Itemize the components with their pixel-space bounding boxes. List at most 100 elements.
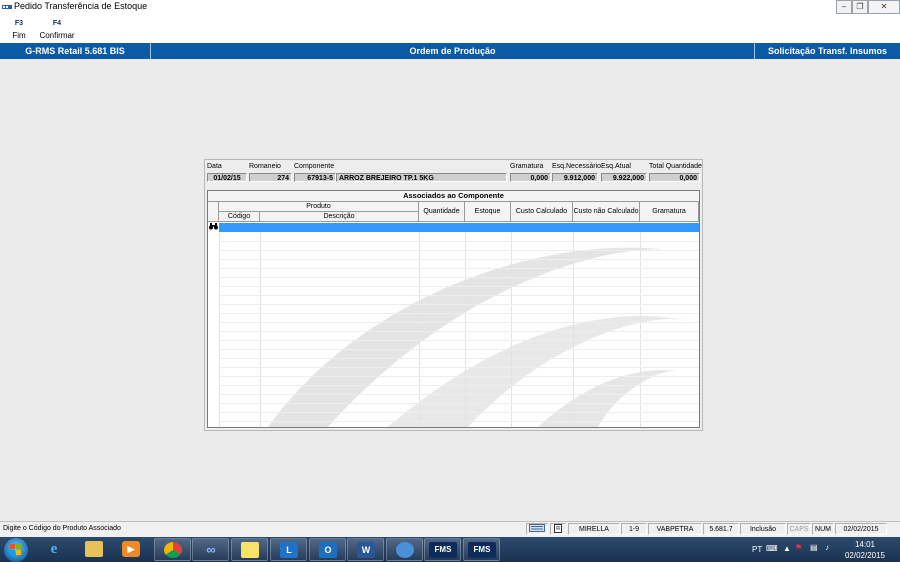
status-station: VABPETRA <box>648 523 702 535</box>
network-icon[interactable]: ▤ <box>810 543 818 552</box>
grid-line <box>219 412 699 413</box>
system-clock[interactable]: 14:01 02/02/2015 <box>840 539 890 561</box>
windows-taskbar: e ▶ ∞ L O W FMS FMS PT ⌨ ▲ ⚑ ▤ ♪ 14:01 0… <box>0 537 900 562</box>
romaneio-label: Romaneio <box>249 163 281 170</box>
num-indicator: NUM <box>812 523 834 535</box>
status-message: Digite o Código do Produto Associado <box>3 525 121 532</box>
word-icon: W <box>357 542 375 558</box>
fms-taskbar-button-2[interactable]: FMS <box>463 538 500 561</box>
start-button[interactable] <box>4 538 28 562</box>
status-version: 5.681.7 <box>703 523 739 535</box>
component-panel: Data Romaneio Componente Gramatura Esq.N… <box>204 159 703 431</box>
network-app-taskbar-button[interactable] <box>386 538 423 561</box>
status-user: MIRELLA <box>568 523 620 535</box>
romaneio-field[interactable]: 274 <box>249 173 292 182</box>
grid-line <box>219 394 699 395</box>
component-label: Componente <box>294 163 335 170</box>
gramatura-label: Gramatura <box>510 163 544 170</box>
column-quantidade[interactable]: Quantidade <box>419 202 465 222</box>
volume-icon[interactable]: ♪ <box>825 543 829 552</box>
selected-row[interactable] <box>219 223 699 232</box>
grid-line <box>219 349 699 350</box>
gramatura-field: 0,000 <box>510 173 551 182</box>
component-description-field: ARROZ BREJEIRO TP.1 5KG <box>336 173 507 182</box>
grid-title: Associados ao Componente <box>208 191 699 202</box>
maximize-button[interactable]: ❐ <box>852 0 868 14</box>
end-label: Fim <box>12 31 26 40</box>
infinity-icon: ∞ <box>206 542 216 557</box>
product-group-header: Produto <box>219 202 419 212</box>
grid-line <box>219 250 699 251</box>
end-button[interactable]: F3 Fim <box>10 20 28 40</box>
esq-necessario-label: Esq.Necessário <box>552 163 602 170</box>
grid-line <box>219 358 699 359</box>
grid-line <box>219 340 699 341</box>
close-button[interactable]: ✕ <box>868 0 900 14</box>
grid-line <box>219 376 699 377</box>
sticky-notes-taskbar-button[interactable] <box>231 538 268 561</box>
outlook-icon: O <box>319 542 337 558</box>
total-quantity-label: Total Quantidade <box>649 163 702 170</box>
grid-line <box>260 223 261 427</box>
document-icon[interactable] <box>550 523 566 535</box>
f4-key: F4 <box>52 20 62 27</box>
grid-line <box>219 286 699 287</box>
window-title: Pedido Transferência de Estoque <box>14 1 148 11</box>
clock-date: 02/02/2015 <box>844 551 886 560</box>
date-field[interactable]: 01/02/15 <box>207 173 247 182</box>
screen-title: Ordem de Produção <box>151 43 755 59</box>
column-codigo[interactable]: Código <box>219 212 260 222</box>
status-range: 1-9 <box>621 523 647 535</box>
keyboard-tray-icon[interactable]: ⌨ <box>766 544 778 553</box>
grid-line <box>219 385 699 386</box>
esq-atual-label: Esq.Atual <box>601 163 631 170</box>
chrome-taskbar-button[interactable] <box>154 538 191 561</box>
grid-line <box>573 223 574 427</box>
column-gramatura[interactable]: Gramatura <box>640 202 699 222</box>
clock-time: 14:01 <box>854 540 876 549</box>
grid-line <box>219 277 699 278</box>
screen-subtitle: Solicitação Transf. Insumos <box>767 46 888 56</box>
grid-line <box>219 331 699 332</box>
word-taskbar-button[interactable]: W <box>347 538 384 561</box>
column-descricao[interactable]: Descrição <box>260 212 419 222</box>
fms-taskbar-button-1[interactable]: FMS <box>424 538 461 561</box>
internet-explorer-icon: e <box>50 541 58 557</box>
action-center-icon[interactable]: ⚑ <box>795 543 802 552</box>
grid-line <box>219 367 699 368</box>
column-custo-calculado[interactable]: Custo Calculado <box>511 202 573 222</box>
esq-necessario-field: 9.912,000 <box>552 173 598 182</box>
minimize-button[interactable]: – <box>836 0 852 14</box>
binoculars-icon[interactable] <box>208 223 218 232</box>
f3-key: F3 <box>14 20 24 27</box>
grid-line <box>219 268 699 269</box>
media-player-taskbar-button[interactable]: ▶ <box>113 538 150 561</box>
globe-icon <box>396 542 414 558</box>
grid-line <box>640 223 641 427</box>
total-quantity-field: 0,000 <box>649 173 700 182</box>
lync-icon: L <box>280 542 298 558</box>
outlook-taskbar-button[interactable]: O <box>309 538 346 561</box>
column-custo-nao-calculado[interactable]: Custo não Calculado <box>573 202 640 222</box>
fms-icon: FMS <box>429 542 457 558</box>
grid-line <box>219 259 699 260</box>
internet-explorer-taskbar-button[interactable]: e <box>36 538 73 561</box>
language-indicator[interactable]: PT <box>752 545 762 554</box>
file-explorer-taskbar-button[interactable] <box>76 538 113 561</box>
grid-line <box>219 403 699 404</box>
component-code-field[interactable]: 67913-5 <box>294 173 336 182</box>
confirm-button[interactable]: F4 Confirmar <box>38 20 76 40</box>
confirm-label: Confirmar <box>39 31 75 40</box>
keyboard-icon[interactable] <box>526 523 548 535</box>
sticky-notes-icon <box>241 542 259 558</box>
date-label: Data <box>207 163 222 170</box>
show-hidden-icons[interactable]: ▲ <box>783 544 791 553</box>
grid-line <box>419 223 420 427</box>
workspace: Data Romaneio Componente Gramatura Esq.N… <box>0 59 900 520</box>
chrome-icon <box>164 542 182 558</box>
column-estoque[interactable]: Estoque <box>465 202 511 222</box>
associated-products-grid[interactable]: Associados ao Componente Produto Código … <box>207 190 700 428</box>
lync-taskbar-button[interactable]: L <box>270 538 307 561</box>
app-taskbar-button[interactable]: ∞ <box>192 538 229 561</box>
grid-line <box>219 313 699 314</box>
